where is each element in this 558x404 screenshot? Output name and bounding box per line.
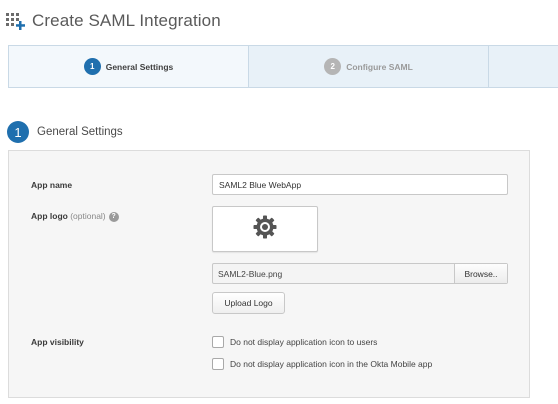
checkbox-label: Do not display application icon in the O…	[230, 359, 433, 369]
hide-icon-mobile-checkbox[interactable]	[212, 358, 224, 370]
upload-logo-button[interactable]: Upload Logo	[212, 292, 285, 314]
logo-file-name: SAML2-Blue.png	[218, 268, 283, 279]
app-logo-label-text: App logo	[31, 211, 68, 221]
visibility-option-users[interactable]: Do not display application icon to users	[212, 336, 377, 348]
app-logo-label: App logo (optional)?	[31, 211, 119, 222]
optional-text: (optional)	[70, 211, 106, 221]
logo-file-field[interactable]: SAML2-Blue.png Browse..	[212, 263, 508, 284]
step-label: General Settings	[105, 61, 174, 72]
visibility-option-mobile[interactable]: Do not display application icon in the O…	[212, 358, 432, 370]
step-number: 2	[324, 58, 342, 75]
checkbox-label: Do not display application icon to users	[230, 337, 378, 347]
app-name-label: App name	[31, 180, 73, 190]
general-settings-panel: App name SAML2 Blue WebApp App logo (opt…	[8, 150, 530, 398]
step-number: 1	[83, 58, 101, 75]
gear-icon	[252, 214, 278, 245]
apps-add-icon	[6, 12, 26, 30]
page-title: Create SAML Integration	[32, 11, 221, 30]
step-label: Configure SAML	[346, 61, 413, 72]
wizard-step-general-settings[interactable]: 1 General Settings	[9, 46, 249, 87]
app-name-input[interactable]: SAML2 Blue WebApp	[212, 174, 508, 195]
wizard-step-configure-saml[interactable]: 2 Configure SAML	[249, 46, 489, 87]
wizard-steps: 1 General Settings 2 Configure SAML	[8, 45, 558, 88]
wizard-step-next	[489, 46, 558, 87]
section-heading: 1 General Settings	[7, 120, 123, 144]
section-number: 1	[7, 121, 29, 143]
hide-icon-users-checkbox[interactable]	[212, 336, 224, 348]
app-visibility-label: App visibility	[31, 337, 84, 347]
page-header: Create SAML Integration	[6, 8, 221, 34]
browse-button[interactable]: Browse..	[454, 264, 507, 283]
section-title: General Settings	[37, 126, 123, 138]
app-logo-preview[interactable]	[212, 206, 318, 252]
help-icon[interactable]: ?	[108, 211, 119, 222]
